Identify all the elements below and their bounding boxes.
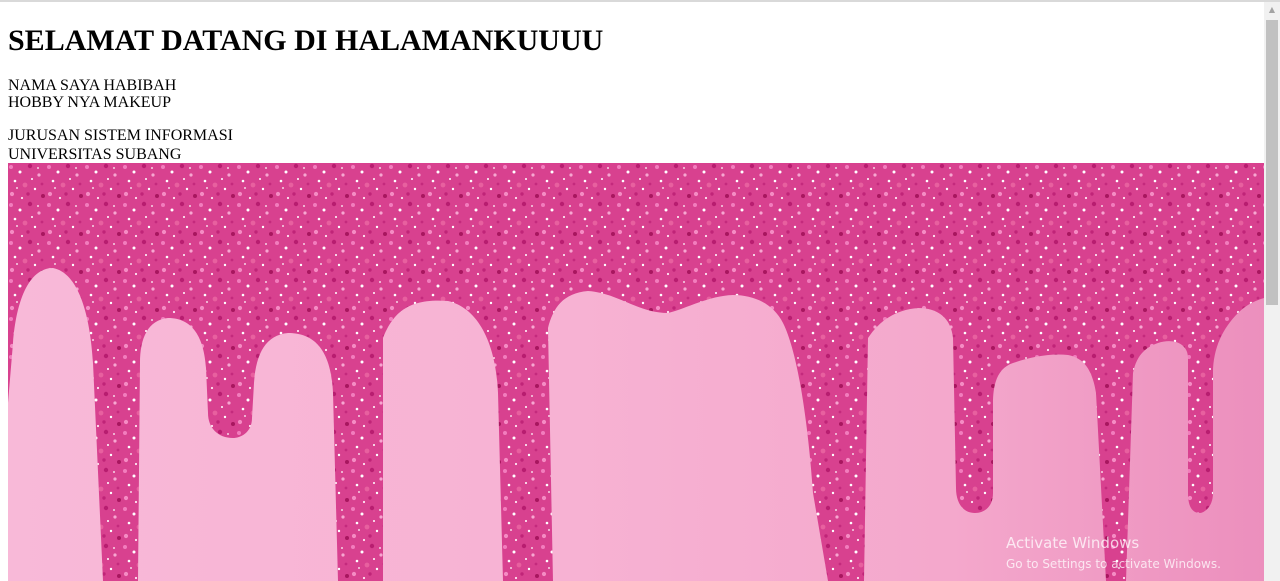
major-text: JURUSAN SISTEM INFORMASI xyxy=(8,127,233,144)
page-content: SELAMAT DATANG DI HALAMANKUUUU NAMA SAYA… xyxy=(8,0,1264,581)
activate-subtitle: Go to Settings to activate Windows. xyxy=(1006,557,1221,571)
name-text: NAMA SAYA HABIBAH xyxy=(8,77,177,94)
activate-windows-watermark: Activate Windows Go to Settings to activ… xyxy=(1006,534,1264,572)
glitter-drip-image xyxy=(8,163,1264,581)
university-text: UNIVERSITAS SUBANG xyxy=(8,146,182,163)
activate-title: Activate Windows xyxy=(1006,534,1140,552)
vertical-scrollbar[interactable]: ▲ xyxy=(1264,2,1280,581)
hobby-text: HOBBY NYA MAKEUP xyxy=(8,94,171,111)
scroll-thumb[interactable] xyxy=(1266,20,1278,305)
arrow-up-icon[interactable]: ▲ xyxy=(1264,2,1280,18)
page-heading: SELAMAT DATANG DI HALAMANKUUUU xyxy=(8,24,604,57)
